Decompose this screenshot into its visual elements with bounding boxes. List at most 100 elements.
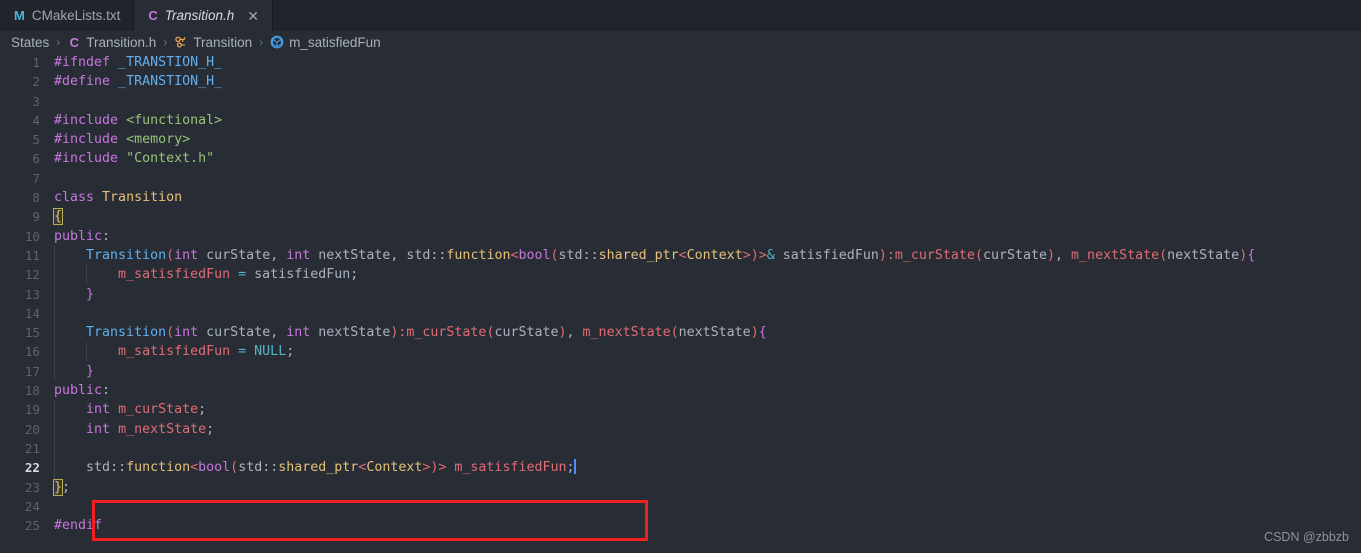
code-line[interactable]: 18 public: <box>0 381 1361 400</box>
line-content[interactable] <box>52 497 54 516</box>
line-number: 18 <box>24 383 40 399</box>
code-line[interactable]: 4 #include <functional> <box>0 111 1361 130</box>
line-number: 24 <box>24 498 40 514</box>
code-line[interactable]: 1 #ifndef _TRANSTION_H_ <box>0 53 1361 72</box>
line-number: 20 <box>24 421 40 437</box>
code-line[interactable]: 13 } <box>0 284 1361 304</box>
line-content[interactable]: m_satisfiedFun = satisfiedFun; <box>52 265 358 285</box>
tab-bar: M CMakeLists.txt C Transition.h ✕ <box>0 0 1361 31</box>
tab-transition-h[interactable]: C Transition.h ✕ <box>134 0 274 31</box>
line-number: 19 <box>24 402 40 418</box>
bracket-match-highlight: { <box>52 208 64 226</box>
code-editor[interactable]: 1 #ifndef _TRANSTION_H_ 2 #define _TRANS… <box>0 53 1361 553</box>
code-line[interactable]: 24 <box>0 497 1361 516</box>
line-number: 12 <box>24 267 40 283</box>
line-content[interactable]: public: <box>52 381 110 400</box>
line-content[interactable]: Transition(int curState, int nextState):… <box>52 323 767 343</box>
code-line[interactable]: 15 Transition(int curState, int nextStat… <box>0 323 1361 343</box>
class-icon <box>174 35 188 49</box>
code-line[interactable]: 6 #include "Context.h" <box>0 149 1361 168</box>
line-number: 16 <box>24 344 40 360</box>
line-content[interactable]: class Transition <box>52 188 182 207</box>
line-content[interactable]: #include <functional> <box>52 111 222 130</box>
line-number: 22 <box>24 460 40 476</box>
breadcrumb-label: m_satisfiedFun <box>289 34 381 50</box>
code-line[interactable]: 9 { <box>0 207 1361 226</box>
line-content[interactable]: std::function<bool(std::shared_ptr<Conte… <box>52 458 576 478</box>
line-content[interactable]: } <box>52 361 94 382</box>
tab-label: CMakeLists.txt <box>31 8 121 23</box>
code-line[interactable]: 11 Transition(int curState, int nextStat… <box>0 245 1361 266</box>
code-line[interactable]: 14 <box>0 303 1361 324</box>
line-content[interactable]: #include <memory> <box>52 130 190 149</box>
code-line[interactable]: 19 int m_curState; <box>0 400 1361 420</box>
code-line[interactable]: 2 #define _TRANSTION_H_ <box>0 72 1361 91</box>
line-number: 9 <box>32 209 40 225</box>
code-line[interactable]: 8 class Transition <box>0 188 1361 207</box>
line-content[interactable]: m_satisfiedFun = NULL; <box>52 342 294 362</box>
code-line[interactable]: 21 <box>0 438 1361 459</box>
line-content[interactable]: } <box>52 284 94 304</box>
breadcrumb-separator: › <box>163 35 168 49</box>
line-number: 13 <box>24 286 40 302</box>
code-line[interactable]: 3 <box>0 92 1361 111</box>
cmake-m-icon: M <box>14 8 25 23</box>
code-line-active[interactable]: 22 std::function<bool(std::shared_ptr<Co… <box>0 458 1361 478</box>
tab-label: Transition.h <box>164 8 235 23</box>
line-content[interactable]: Transition(int curState, int nextState, … <box>52 245 1255 266</box>
line-number: 4 <box>32 112 40 128</box>
line-content[interactable]: public: <box>52 227 110 246</box>
code-line[interactable]: 25 #endif <box>0 516 1361 535</box>
code-line[interactable]: 16 m_satisfiedFun = NULL; <box>0 342 1361 362</box>
line-content[interactable]: }; <box>52 478 70 497</box>
close-icon[interactable]: ✕ <box>247 9 259 23</box>
code-line[interactable]: 17 } <box>0 361 1361 382</box>
code-line[interactable]: 12 m_satisfiedFun = satisfiedFun; <box>0 265 1361 285</box>
line-number: 23 <box>24 479 40 495</box>
code-line[interactable]: 10 public: <box>0 227 1361 246</box>
breadcrumb-separator: › <box>56 35 61 49</box>
line-number: 17 <box>24 363 40 379</box>
line-content[interactable]: #endif <box>52 516 102 535</box>
breadcrumb-item-states[interactable]: States <box>11 35 49 50</box>
line-number: 1 <box>32 55 40 70</box>
line-content[interactable]: { <box>52 207 64 226</box>
code-line[interactable]: 20 int m_nextState; <box>0 419 1361 439</box>
code-line[interactable]: 5 #include <memory> <box>0 130 1361 149</box>
code-line[interactable]: 7 <box>0 169 1361 188</box>
line-content[interactable] <box>52 169 54 188</box>
line-content[interactable] <box>52 438 55 459</box>
breadcrumb-item-m-satisfiedfun[interactable]: m_satisfiedFun <box>270 35 381 50</box>
line-number: 10 <box>24 228 40 244</box>
line-number: 15 <box>24 325 40 341</box>
line-content[interactable]: #ifndef _TRANSTION_H_ <box>52 53 222 72</box>
line-number: 3 <box>32 93 40 109</box>
breadcrumb-separator: › <box>259 35 264 49</box>
line-content[interactable]: int m_curState; <box>52 400 206 420</box>
watermark: CSDN @zbbzb <box>1264 529 1349 544</box>
line-content[interactable]: int m_nextState; <box>52 419 214 439</box>
breadcrumb-item-transition-class[interactable]: Transition <box>174 35 252 50</box>
line-content[interactable] <box>52 303 55 324</box>
cpp-header-c-icon: C <box>148 8 158 23</box>
breadcrumb-label: States <box>11 34 50 50</box>
line-number: 8 <box>32 190 40 206</box>
breadcrumb-label: Transition.h <box>86 34 157 50</box>
line-number: 2 <box>32 74 40 90</box>
breadcrumb-item-transition-h[interactable]: C Transition.h <box>67 34 157 50</box>
field-cube-icon <box>270 35 284 49</box>
line-number: 6 <box>32 151 40 167</box>
line-number: 5 <box>32 132 40 148</box>
line-number: 11 <box>24 247 40 263</box>
line-number: 14 <box>24 305 40 321</box>
bracket-match-highlight: } <box>52 478 64 496</box>
breadcrumb-label: Transition <box>193 34 253 50</box>
line-content[interactable]: #define _TRANSTION_H_ <box>52 72 222 91</box>
line-content[interactable] <box>52 92 54 111</box>
breadcrumb: States › C Transition.h › Transition › m… <box>0 31 1361 53</box>
tab-cmakelists[interactable]: M CMakeLists.txt <box>0 0 135 31</box>
line-content[interactable]: #include "Context.h" <box>52 149 214 168</box>
cpp-header-c-icon: C <box>69 34 79 50</box>
line-number: 21 <box>24 440 40 456</box>
code-line[interactable]: 23 }; <box>0 478 1361 497</box>
